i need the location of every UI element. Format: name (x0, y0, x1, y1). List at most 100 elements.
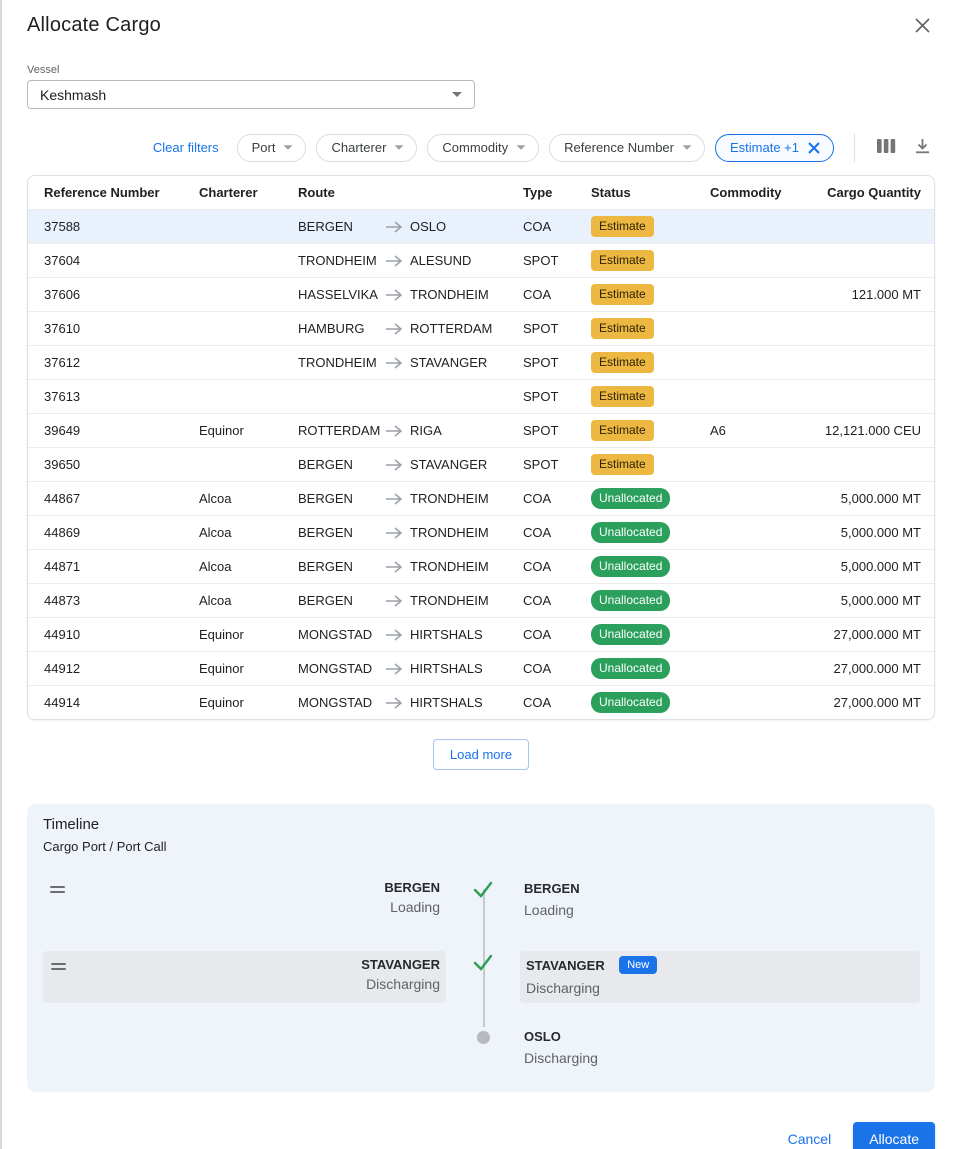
cell-type: COA (523, 491, 591, 506)
cell-reference-number: 44869 (44, 525, 199, 540)
download-button[interactable] (910, 136, 935, 160)
route-origin: BERGEN (298, 491, 386, 506)
route-destination: TRONDHEIM (410, 559, 523, 574)
cell-cargo-quantity: 5,000.000 MT (798, 525, 921, 540)
vessel-select-value: Keshmash (40, 87, 106, 103)
cell-status: Unallocated (591, 624, 710, 645)
cell-route: TRONDHEIM ALESUND (298, 253, 523, 268)
cell-status: Estimate (591, 454, 710, 475)
table-row[interactable]: 44867 Alcoa BERGEN TRONDHEIM COA Unalloc… (28, 481, 934, 515)
table-row[interactable]: 44871 Alcoa BERGEN TRONDHEIM COA Unalloc… (28, 549, 934, 583)
table-row[interactable]: 37612 TRONDHEIM STAVANGER SPOT Estimate (28, 345, 934, 379)
port-call-name: OSLO (524, 1029, 561, 1044)
cargo-port-name: STAVANGER (361, 957, 440, 972)
close-icon (914, 22, 931, 37)
filter-chip-label: Charterer (331, 140, 386, 155)
cell-charterer: Alcoa (199, 559, 298, 574)
filter-chip[interactable]: Commodity (427, 134, 539, 162)
allocate-button[interactable]: Allocate (853, 1122, 935, 1149)
route-origin: BERGEN (298, 457, 386, 472)
route-origin: MONGSTAD (298, 661, 386, 676)
route-arrow-icon (386, 459, 410, 471)
table-row[interactable]: 44914 Equinor MONGSTAD HIRTSHALS COA Una… (28, 685, 934, 719)
table-row[interactable]: 44873 Alcoa BERGEN TRONDHEIM COA Unalloc… (28, 583, 934, 617)
port-call-type: Loading (524, 902, 920, 918)
route-arrow-icon (386, 629, 410, 641)
dot-icon (477, 1031, 490, 1044)
cell-route: MONGSTAD HIRTSHALS (298, 627, 523, 642)
cell-route (298, 391, 523, 403)
table-row[interactable]: 44910 Equinor MONGSTAD HIRTSHALS COA Una… (28, 617, 934, 651)
chevron-down-icon (517, 145, 526, 150)
cargo-port-call-type: Loading (384, 899, 440, 915)
port-call-name: BERGEN (524, 881, 580, 896)
filter-chip[interactable]: Port (237, 134, 307, 162)
col-header-status: Status (591, 185, 710, 200)
timeline-rows: BERGEN Loading BERGEN Loading STAVANGER … (43, 878, 920, 1086)
timeline-subtitle: Cargo Port / Port Call (43, 839, 920, 854)
allocate-cargo-dialog: Allocate Cargo Vessel Keshmash Clear fil… (0, 0, 959, 1149)
route-arrow-icon (386, 561, 410, 573)
cell-reference-number: 39649 (44, 423, 199, 438)
status-badge: Estimate (591, 386, 654, 407)
timeline-cargo-port[interactable]: STAVANGER Discharging (43, 951, 446, 1003)
cell-type: SPOT (523, 423, 591, 438)
cell-type: COA (523, 593, 591, 608)
column-settings-button[interactable] (873, 136, 900, 159)
filter-chip[interactable]: Estimate +1 (715, 134, 834, 162)
table-row[interactable]: 39650 BERGEN STAVANGER SPOT Estimate (28, 447, 934, 481)
status-badge: Unallocated (591, 556, 670, 577)
close-button[interactable] (910, 13, 935, 41)
cell-reference-number: 44871 (44, 559, 199, 574)
table-row[interactable]: 37613 SPOT Estimate (28, 379, 934, 413)
route-destination: OSLO (410, 219, 523, 234)
cell-type: SPOT (523, 355, 591, 370)
col-header-charterer: Charterer (199, 185, 298, 200)
timeline-panel: Timeline Cargo Port / Port Call BERGEN L… (27, 804, 935, 1092)
table-row[interactable]: 44912 Equinor MONGSTAD HIRTSHALS COA Una… (28, 651, 934, 685)
new-badge: New (619, 956, 657, 974)
route-destination: ROTTERDAM (410, 321, 523, 336)
timeline-port-call[interactable]: OSLO Discharging (520, 1026, 920, 1086)
cancel-button[interactable]: Cancel (776, 1123, 844, 1149)
cell-type: COA (523, 661, 591, 676)
filter-chip[interactable]: Charterer (316, 134, 417, 162)
cargo-table: Reference Number Charterer Route Type St… (27, 175, 935, 720)
cell-reference-number: 44914 (44, 695, 199, 710)
cell-status: Unallocated (591, 556, 710, 577)
cell-charterer: Equinor (199, 423, 298, 438)
route-origin: BERGEN (298, 559, 386, 574)
status-badge: Estimate (591, 250, 654, 271)
cell-reference-number: 37610 (44, 321, 199, 336)
filter-chip[interactable]: Reference Number (549, 134, 705, 162)
dialog-footer: Cancel Allocate (27, 1122, 935, 1149)
check-icon (472, 953, 494, 973)
vessel-select[interactable]: Keshmash (27, 80, 475, 109)
table-row[interactable]: 37610 HAMBURG ROTTERDAM SPOT Estimate (28, 311, 934, 345)
timeline-port-call[interactable]: BERGEN Loading (520, 878, 920, 938)
timeline-port-call[interactable]: STAVANGER New Discharging (520, 951, 920, 1003)
drag-handle-icon[interactable] (51, 963, 66, 970)
status-badge: Estimate (591, 352, 654, 373)
cell-status: Estimate (591, 318, 710, 339)
drag-handle-icon[interactable] (50, 886, 65, 893)
route-destination: TRONDHEIM (410, 525, 523, 540)
table-row[interactable]: 44869 Alcoa BERGEN TRONDHEIM COA Unalloc… (28, 515, 934, 549)
cell-cargo-quantity: 5,000.000 MT (798, 559, 921, 574)
table-row[interactable]: 37588 BERGEN OSLO COA Estimate (28, 209, 934, 243)
filter-chip-label: Reference Number (564, 140, 674, 155)
table-body: 37588 BERGEN OSLO COA Estimate 37604 TRO… (28, 209, 934, 719)
cell-reference-number: 37588 (44, 219, 199, 234)
remove-filter-icon[interactable] (807, 141, 821, 155)
table-row[interactable]: 37606 HASSELVIKA TRONDHEIM COA Estimate … (28, 277, 934, 311)
timeline-cargo-port[interactable]: BERGEN Loading (43, 878, 446, 938)
table-row[interactable]: 39649 Equinor ROTTERDAM RIGA SPOT Estima… (28, 413, 934, 447)
cell-status: Estimate (591, 352, 710, 373)
cell-status: Unallocated (591, 590, 710, 611)
clear-filters-button[interactable]: Clear filters (153, 140, 219, 155)
cell-reference-number: 44910 (44, 627, 199, 642)
table-row[interactable]: 37604 TRONDHEIM ALESUND SPOT Estimate (28, 243, 934, 277)
cell-type: SPOT (523, 457, 591, 472)
status-badge: Estimate (591, 454, 654, 475)
load-more-button[interactable]: Load more (433, 739, 529, 770)
